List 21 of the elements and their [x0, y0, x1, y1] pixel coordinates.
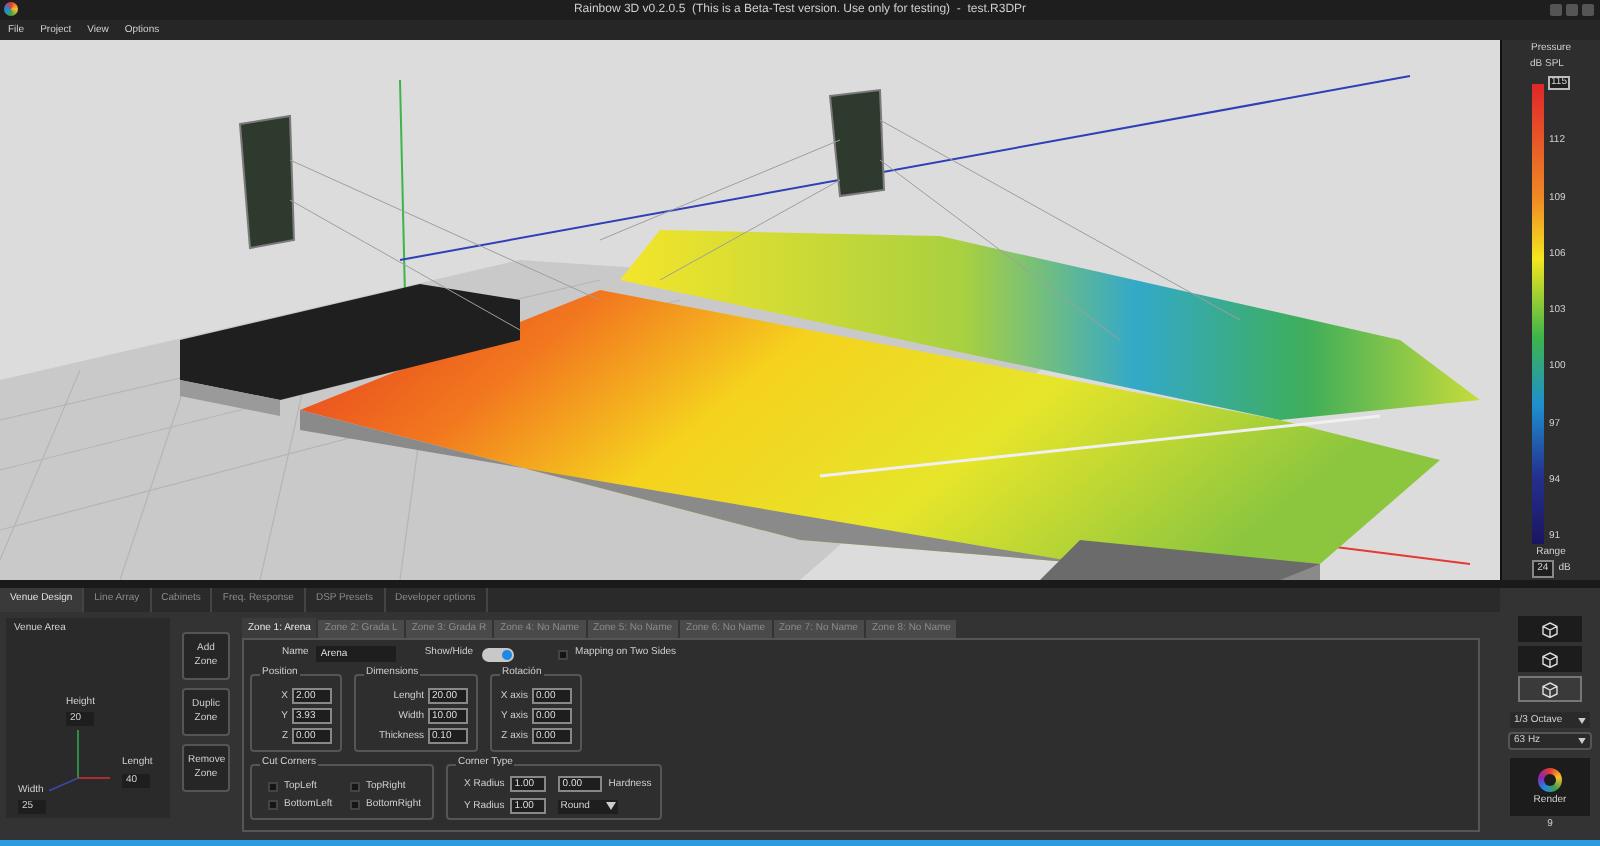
view-button[interactable]: [1518, 616, 1582, 642]
corner-checkbox[interactable]: [350, 800, 360, 810]
cube-icon: [1542, 681, 1558, 697]
corner-checkbox[interactable]: [268, 800, 278, 810]
view-button[interactable]: [1518, 676, 1582, 702]
caret-icon: [606, 802, 617, 810]
caret-icon: [1578, 738, 1586, 744]
color-wheel-icon: [1538, 768, 1562, 792]
app-logo-icon: [4, 2, 18, 16]
corner-checkbox[interactable]: [350, 782, 360, 792]
minimize-button[interactable]: [1550, 4, 1562, 16]
caret-icon: [1578, 717, 1586, 723]
axes-icon: [46, 730, 110, 794]
mapping-checkbox[interactable]: [557, 649, 568, 659]
close-button[interactable]: [1582, 4, 1594, 16]
cube-icon: [1542, 651, 1558, 667]
show-hide-toggle[interactable]: [481, 647, 514, 661]
view-button[interactable]: [1518, 646, 1582, 672]
maximize-button[interactable]: [1566, 4, 1578, 16]
cube-icon: [1542, 621, 1558, 637]
corner-checkbox[interactable]: [268, 782, 278, 792]
